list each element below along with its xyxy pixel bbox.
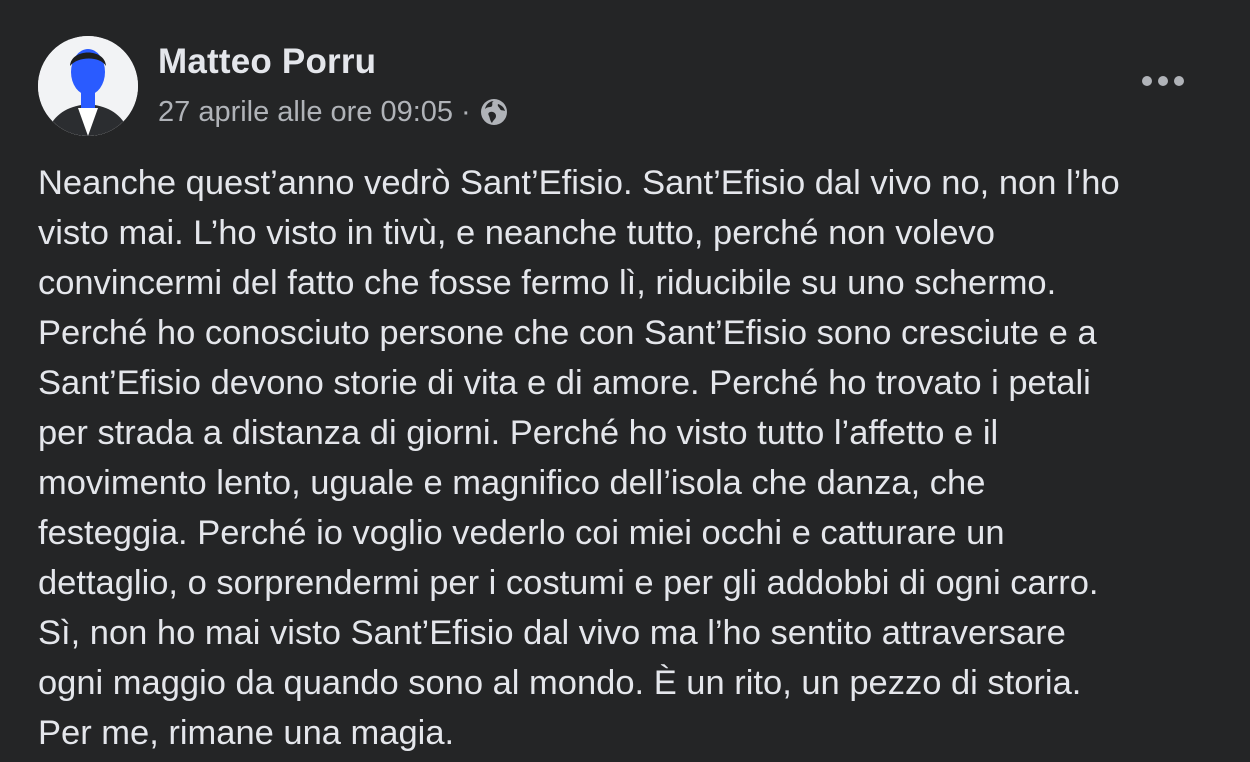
post-timestamp[interactable]: 27 aprile alle ore 09:05 <box>158 96 453 129</box>
more-horizontal-icon <box>1142 76 1184 86</box>
author-name[interactable]: Matteo Porru <box>158 42 376 82</box>
profile-avatar-icon <box>38 36 138 136</box>
avatar[interactable] <box>38 36 138 136</box>
globe-icon[interactable] <box>479 97 509 127</box>
post-meta: 27 aprile alle ore 09:05 · <box>158 94 509 130</box>
meta-separator: · <box>461 95 471 128</box>
post-card: Matteo Porru 27 aprile alle ore 09:05 · … <box>0 0 1250 762</box>
more-options-button[interactable] <box>1136 62 1190 100</box>
post-text: Neanche quest’anno vedrò Sant’Efisio. Sa… <box>38 164 1120 752</box>
